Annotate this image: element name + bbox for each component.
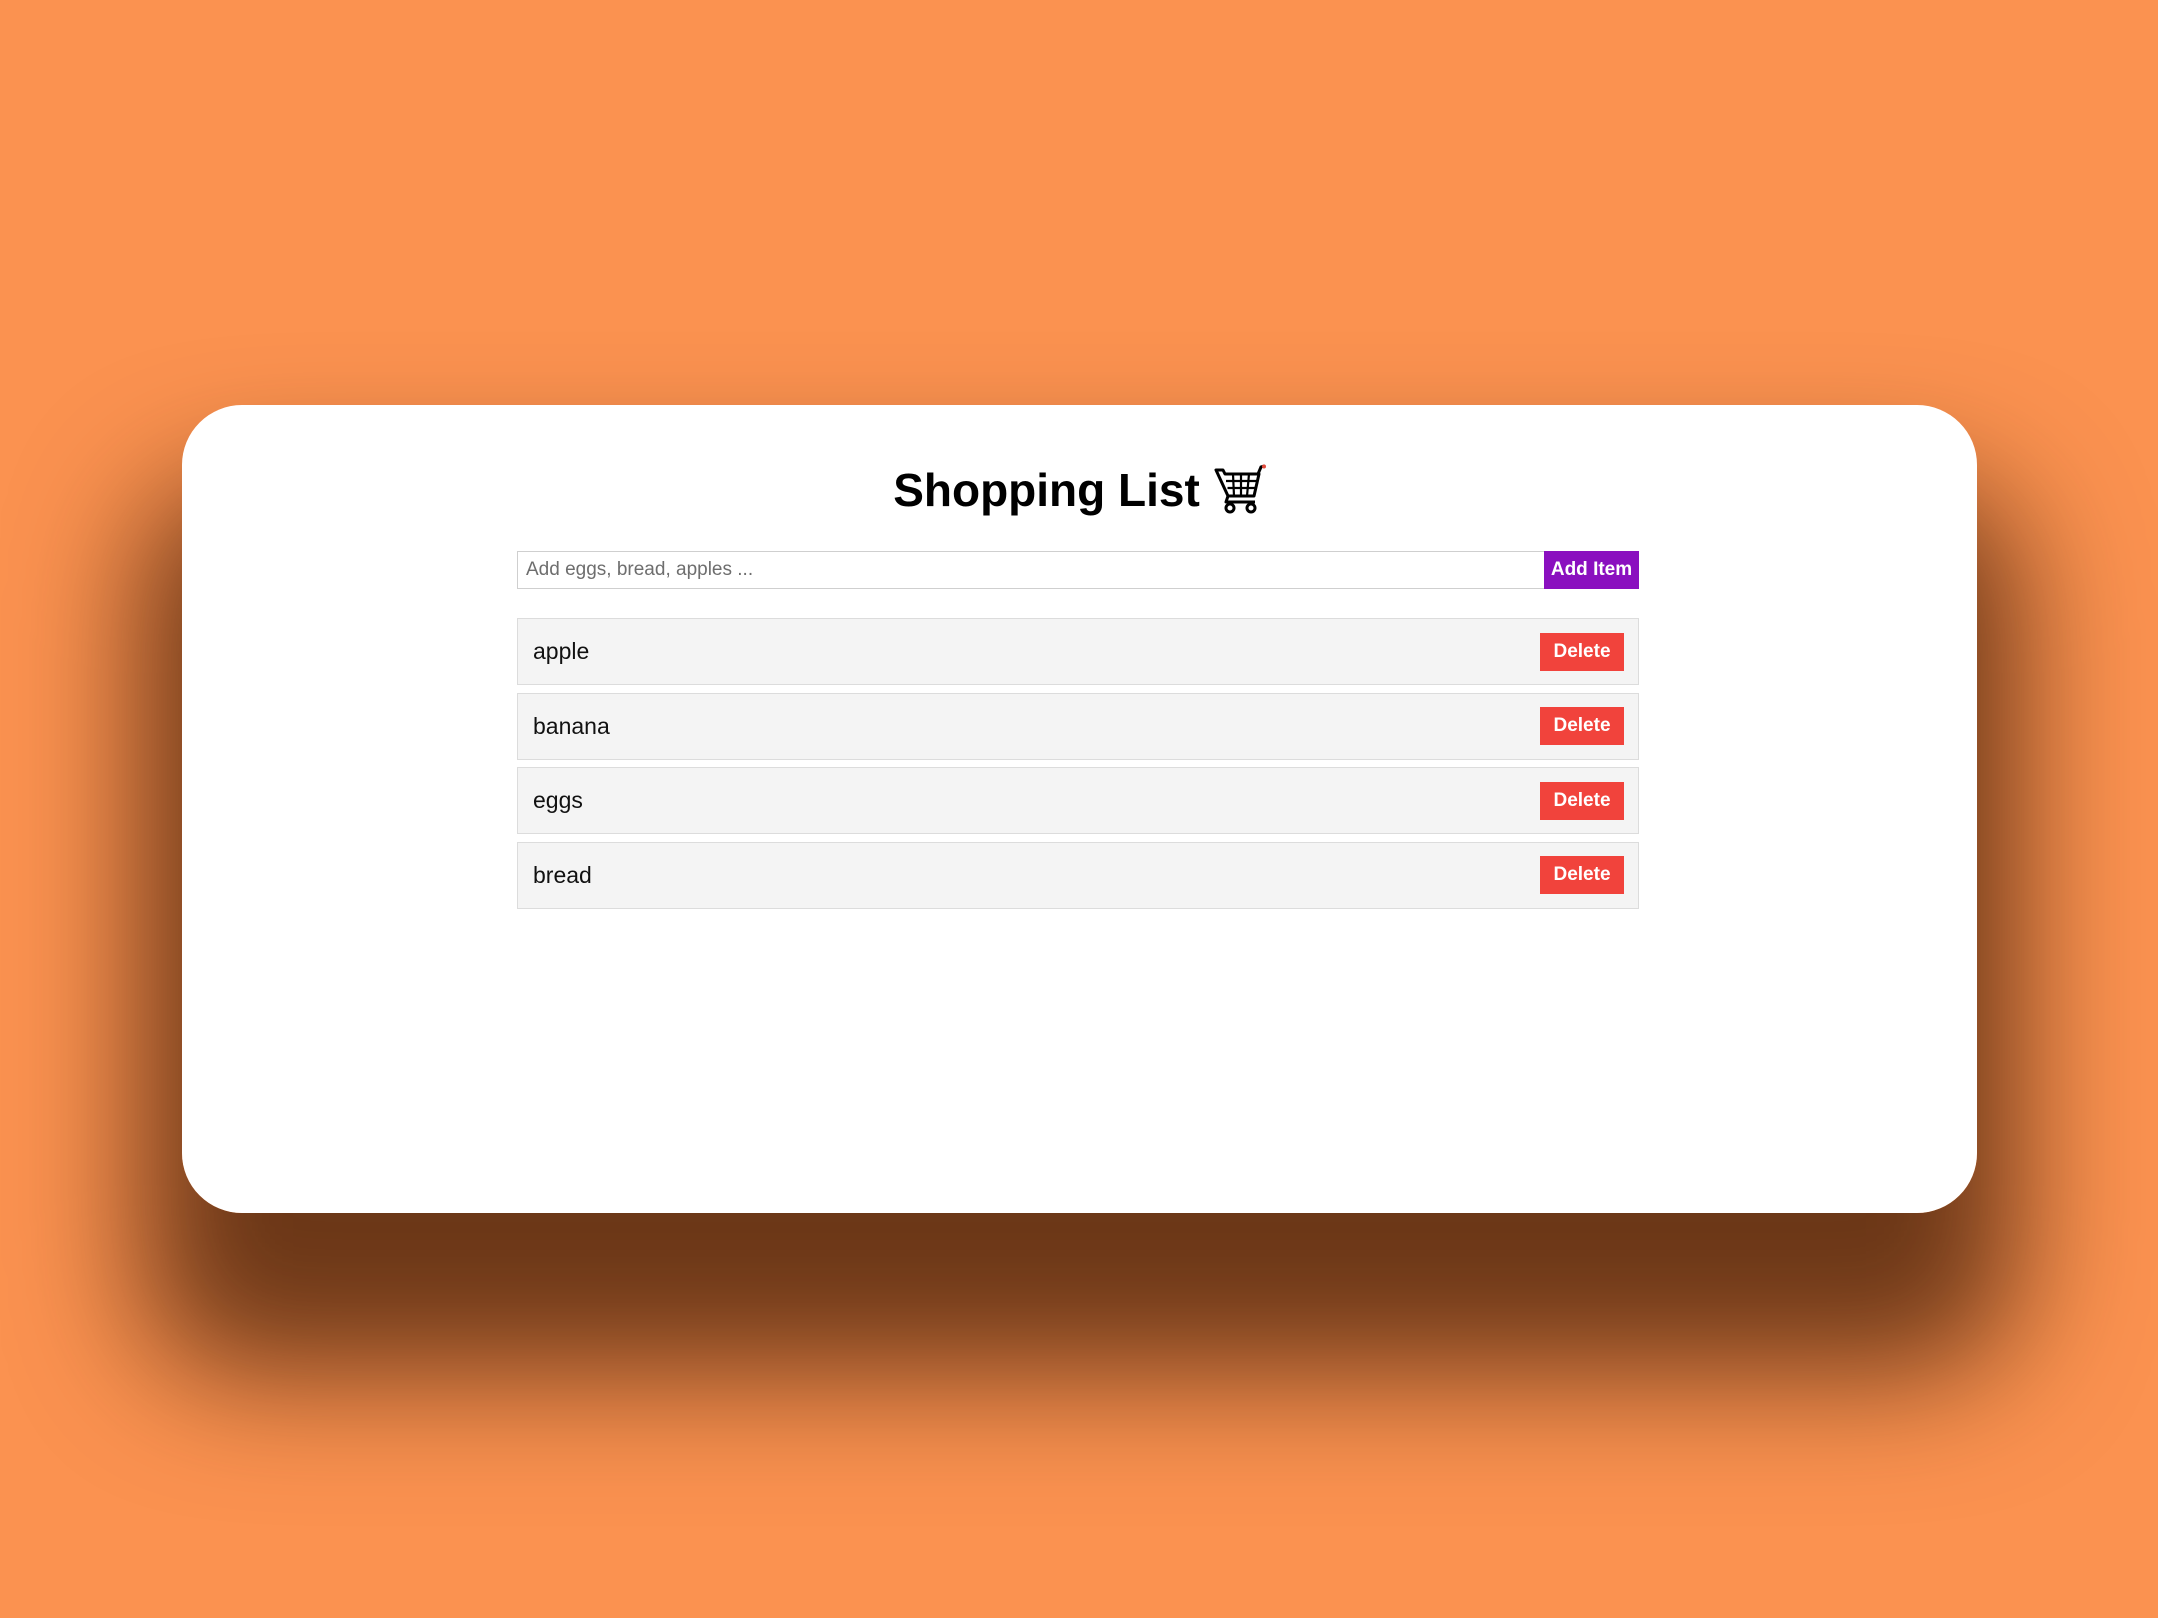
page-title-text: Shopping List [893,464,1200,516]
list-item: apple Delete [517,618,1639,685]
list-item: bread Delete [517,841,1639,909]
list-item: eggs Delete [517,767,1639,834]
list-item: banana Delete [517,692,1639,760]
item-name: eggs [533,787,583,813]
item-name: bread [533,861,592,888]
page-title: Shopping List [182,463,1977,526]
delete-button[interactable]: Delete [1540,781,1624,820]
item-input[interactable] [517,551,1544,589]
shopping-list: apple Delete banana Delete eggs Delete b… [517,618,1639,916]
app-window: Shopping List Add Item apple Delete bana… [182,405,1977,1213]
item-name: banana [533,712,610,739]
add-item-form: Add Item [517,551,1639,589]
item-name: apple [533,638,590,664]
add-item-button[interactable]: Add Item [1544,551,1639,589]
delete-button[interactable]: Delete [1540,632,1624,671]
shopping-cart-icon [1214,464,1266,526]
delete-button[interactable]: Delete [1540,856,1624,894]
delete-button[interactable]: Delete [1540,707,1624,745]
